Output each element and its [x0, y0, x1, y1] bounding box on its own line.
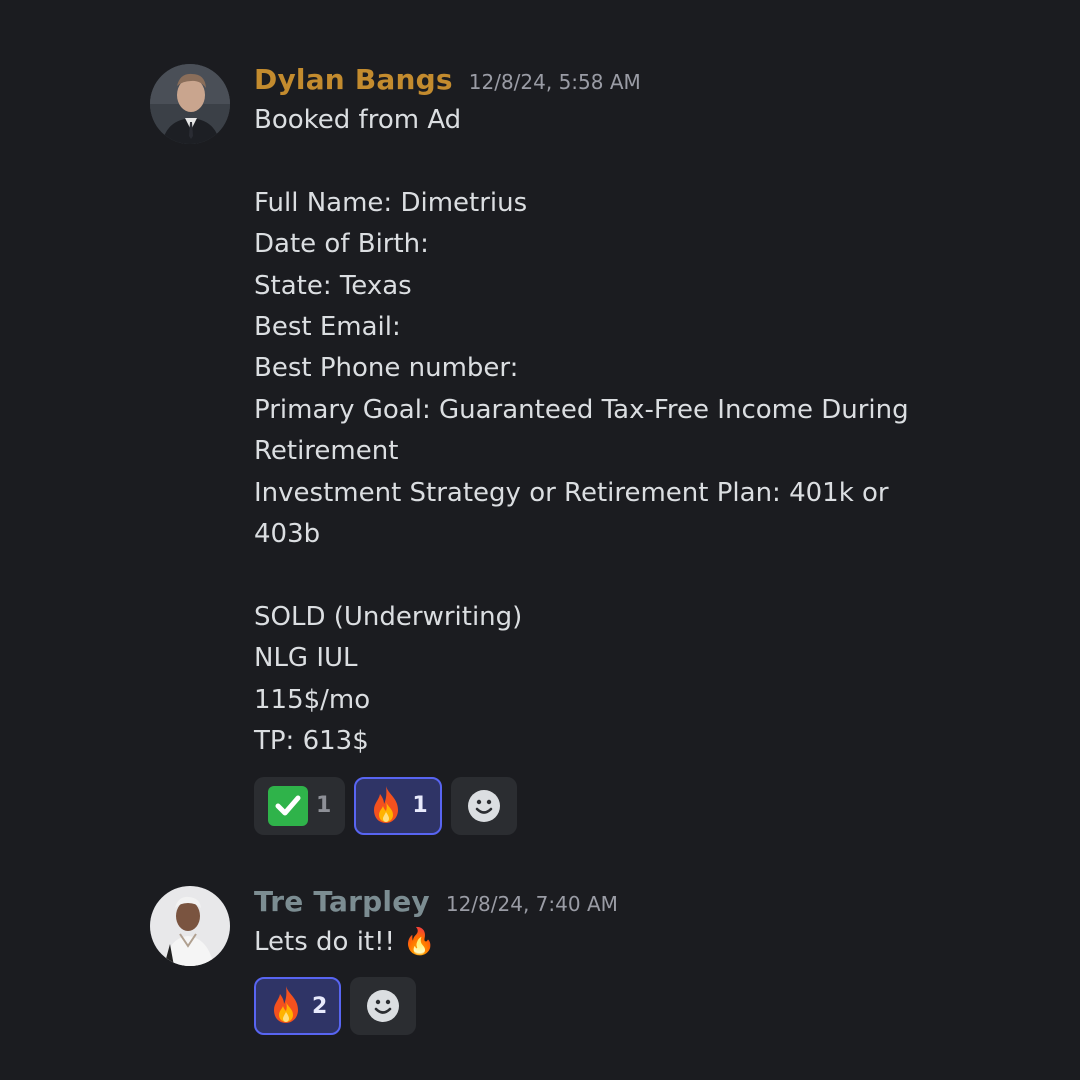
message-text: Lets do it!! 🔥 — [254, 927, 436, 957]
avatar[interactable] — [150, 886, 230, 966]
chat-log: Dylan Bangs 12/8/24, 5:58 AM Booked from… — [0, 0, 1080, 1080]
reaction-check[interactable]: 1 — [254, 776, 346, 835]
timestamp: 12/8/24, 7:40 AM — [445, 892, 618, 916]
check-mark-icon — [268, 785, 308, 826]
avatar-image — [150, 64, 230, 144]
add-reaction-button[interactable] — [450, 776, 517, 835]
username[interactable]: Tre Tarpley — [254, 882, 430, 922]
reaction-bar: 2 — [254, 977, 954, 1036]
message-text: Booked from Ad Full Name: Dimetrius Date… — [254, 105, 909, 757]
fire-icon — [268, 984, 304, 1028]
add-reaction-button[interactable] — [350, 977, 417, 1036]
fire-icon — [368, 784, 404, 828]
avatar-image — [150, 886, 230, 966]
reaction-fire[interactable]: 1 — [354, 776, 442, 835]
reaction-count: 2 — [312, 993, 328, 1019]
reaction-count: 1 — [316, 793, 332, 818]
reaction-bar: 1 1 — [254, 776, 954, 835]
username[interactable]: Dylan Bangs — [254, 60, 453, 100]
smiley-icon — [367, 990, 400, 1023]
smiley-icon — [467, 789, 500, 822]
avatar[interactable] — [150, 64, 230, 144]
reaction-fire[interactable]: 2 — [254, 977, 342, 1036]
timestamp: 12/8/24, 5:58 AM — [468, 70, 641, 94]
reaction-count: 1 — [412, 793, 428, 818]
